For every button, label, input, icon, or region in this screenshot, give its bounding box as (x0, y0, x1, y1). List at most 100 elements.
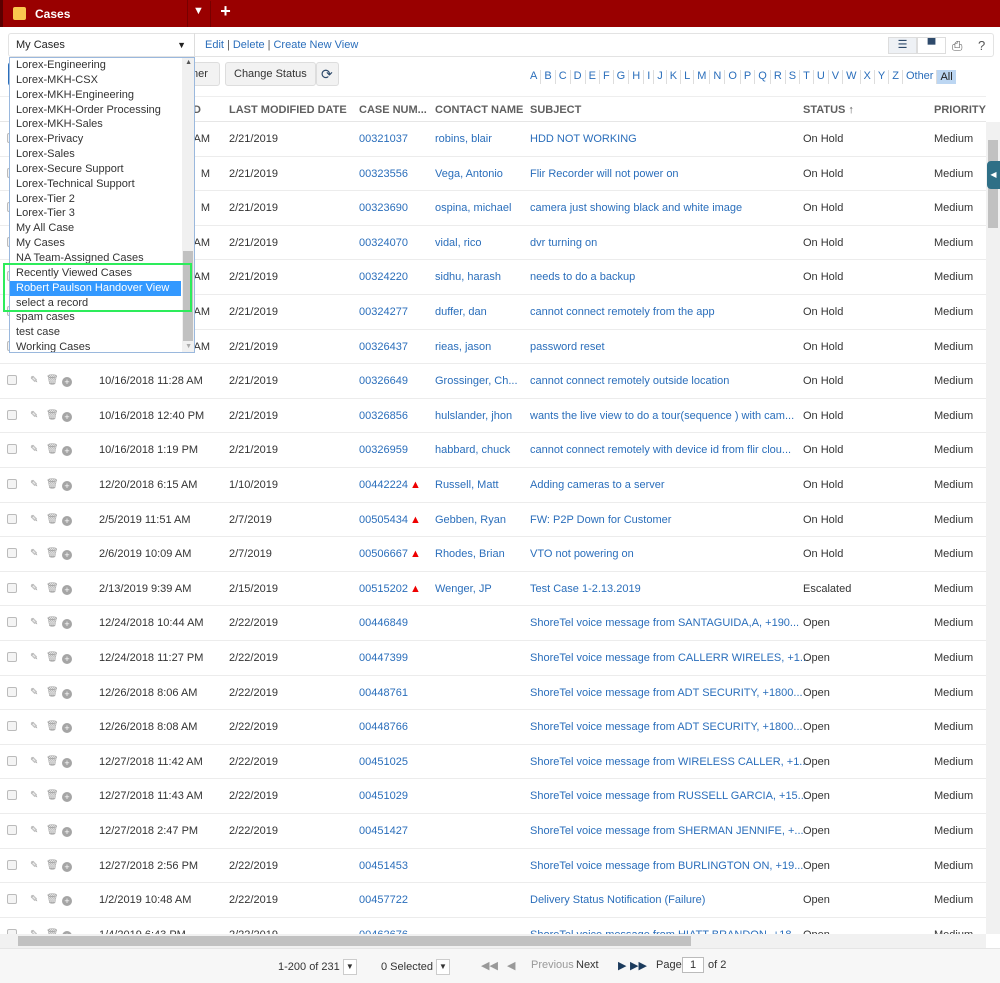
edit-icon[interactable]: ✎ (30, 687, 38, 698)
contact-link[interactable]: Vega, Antonio (435, 168, 503, 180)
alpha-filter-m[interactable]: M (694, 70, 711, 84)
subject-link[interactable]: cannot connect remotely from the app (530, 306, 715, 318)
col-contact-name[interactable]: CONTACT NAME (435, 104, 523, 116)
delete-icon[interactable]: 🗑 (46, 548, 59, 559)
add-icon[interactable]: + (62, 827, 72, 837)
add-icon[interactable]: + (62, 654, 72, 664)
contact-link[interactable]: habbard, chuck (435, 444, 510, 456)
row-checkbox[interactable] (7, 894, 17, 905)
next-page-icon[interactable]: ▶ (618, 959, 626, 972)
collapse-sidebar-icon[interactable]: ◀ (987, 161, 1000, 189)
case-number-link[interactable]: 00324070 (359, 237, 408, 249)
add-icon[interactable]: + (62, 377, 72, 388)
delete-icon[interactable]: 🗑 (46, 860, 59, 871)
edit-icon[interactable]: ✎ (30, 479, 38, 490)
case-number-link[interactable]: 00323556 (359, 168, 408, 180)
view-option[interactable]: My Cases (10, 236, 194, 251)
print-icon[interactable]: ⎙ (952, 38, 962, 54)
case-number-link[interactable]: 00506667 (359, 548, 408, 560)
row-checkbox[interactable] (7, 479, 17, 489)
delete-icon[interactable]: 🗑 (46, 687, 59, 698)
case-number-link[interactable]: 00451453 (359, 860, 408, 872)
edit-icon[interactable]: ✎ (30, 514, 38, 525)
delete-icon[interactable]: 🗑 (46, 617, 59, 628)
subject-link[interactable]: VTO not powering on (530, 548, 634, 560)
subject-link[interactable]: needs to do a backup (530, 271, 635, 283)
alpha-filter-j[interactable]: J (654, 70, 667, 84)
edit-icon[interactable]: ✎ (30, 583, 38, 594)
edit-icon[interactable]: ✎ (30, 617, 38, 628)
view-option[interactable]: spam cases (10, 310, 194, 325)
case-number-link[interactable]: 00451029 (359, 790, 408, 802)
page-size-caret-icon[interactable]: ▼ (342, 959, 357, 975)
horizontal-scroll-thumb[interactable] (18, 936, 691, 946)
subject-link[interactable]: ShoreTel voice message from WIRELESS CAL… (530, 756, 808, 768)
add-icon[interactable]: + (62, 723, 72, 734)
edit-icon[interactable]: ✎ (30, 721, 38, 732)
view-option[interactable]: Lorex-MKH-Sales (10, 117, 194, 132)
add-icon[interactable]: + (62, 411, 72, 422)
case-number-link[interactable]: 00324277 (359, 306, 408, 318)
contact-link[interactable]: robins, blair (435, 133, 492, 145)
row-checkbox[interactable] (7, 409, 17, 420)
view-option[interactable]: test case (10, 325, 194, 340)
add-icon[interactable]: + (62, 896, 72, 907)
last-page-icon[interactable]: ▶▶ (630, 959, 647, 972)
row-checkbox[interactable] (7, 790, 17, 801)
alpha-filter-a[interactable]: A (527, 70, 542, 84)
contact-link[interactable]: vidal, rico (435, 237, 481, 249)
edit-icon[interactable]: ✎ (30, 825, 38, 836)
alpha-filter-u[interactable]: U (814, 70, 829, 84)
case-number-link[interactable]: 00457722 (359, 894, 408, 906)
subject-link[interactable]: dvr turning on (530, 237, 597, 249)
edit-icon[interactable]: ✎ (30, 860, 38, 871)
view-option[interactable]: Lorex-Tier 2 (10, 192, 194, 207)
page-input[interactable]: 1 (682, 957, 704, 973)
subject-link[interactable]: ShoreTel voice message from ADT SECURITY… (530, 721, 803, 733)
alpha-filter-g[interactable]: G (614, 70, 630, 84)
delete-icon[interactable]: 🗑 (46, 514, 59, 525)
list-view-icon[interactable]: ☰ (888, 37, 917, 54)
edit-view-link[interactable]: Edit (205, 39, 224, 51)
add-icon[interactable]: + (62, 584, 72, 595)
case-number-link[interactable]: 00326437 (359, 341, 408, 353)
row-checkbox[interactable] (7, 686, 17, 697)
view-option[interactable]: Lorex-MKH-Order Processing (10, 103, 194, 118)
subject-link[interactable]: ShoreTel voice message from SHERMAN JENN… (530, 825, 804, 837)
case-number-link[interactable]: 00324220 (359, 271, 408, 283)
edit-icon[interactable]: ✎ (30, 756, 38, 767)
subject-link[interactable]: ShoreTel voice message from ADT SECURITY… (530, 687, 803, 699)
subject-link[interactable]: camera just showing black and white imag… (530, 202, 742, 214)
alpha-filter-x[interactable]: X (861, 70, 875, 84)
contact-link[interactable]: rieas, jason (435, 341, 491, 353)
cases-tab[interactable]: Cases (3, 0, 188, 27)
row-checkbox[interactable] (7, 859, 17, 870)
subject-link[interactable]: cannot connect remotely outside location (530, 375, 729, 387)
subject-link[interactable]: password reset (530, 341, 605, 353)
add-icon[interactable]: + (62, 619, 72, 630)
case-number-link[interactable]: 00451025 (359, 756, 408, 768)
col-subject[interactable]: SUBJECT (530, 104, 581, 116)
contact-link[interactable]: hulslander, jhon (435, 410, 512, 422)
view-option[interactable]: Lorex-MKH-Engineering (10, 88, 194, 103)
alpha-filter-p[interactable]: P (741, 70, 756, 84)
row-checkbox[interactable] (7, 375, 17, 386)
contact-link[interactable]: Rhodes, Brian (435, 548, 505, 560)
plus-icon[interactable]: + (210, 1, 240, 27)
change-status-button[interactable]: Change Status (225, 62, 316, 86)
view-option[interactable]: Lorex-Sales (10, 147, 194, 162)
refresh-icon[interactable]: ⟳ (316, 62, 339, 86)
subject-link[interactable]: Delivery Status Notification (Failure) (530, 894, 705, 906)
delete-icon[interactable]: 🗑 (46, 825, 59, 836)
view-option[interactable]: Lorex-MKH-CSX (10, 73, 194, 88)
view-option[interactable]: Lorex-Technical Support (10, 177, 194, 192)
case-number-link[interactable]: 00505434 (359, 514, 408, 526)
subject-link[interactable]: Flir Recorder will not power on (530, 168, 679, 180)
case-number-link[interactable]: 00323690 (359, 202, 408, 214)
case-number-link[interactable]: 00447399 (359, 652, 408, 664)
contact-link[interactable]: Grossinger, Ch... (435, 375, 518, 387)
view-option[interactable]: Lorex-Secure Support (10, 162, 194, 177)
alpha-filter-r[interactable]: R (771, 70, 786, 84)
contact-link[interactable]: sidhu, harash (435, 271, 501, 283)
view-select[interactable]: My Cases ▼ (8, 33, 195, 57)
